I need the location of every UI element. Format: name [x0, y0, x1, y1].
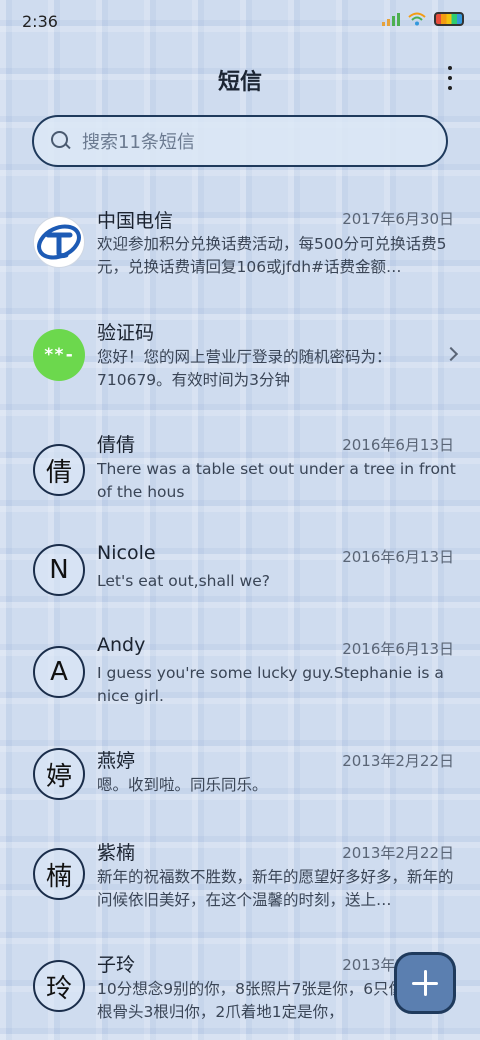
dot-icon	[448, 86, 452, 90]
contact-name: Andy	[97, 634, 146, 656]
conversation-item[interactable]: 倩 倩倩 2016年6月13日 There was a table set ou…	[0, 418, 480, 530]
message-date: 2013年2月22日	[342, 752, 454, 770]
conversation-item[interactable]: 楠 紫楠 2013年2月22日 新年的祝福数不胜数，新年的愿望好多好多，新年的问…	[0, 826, 480, 938]
contact-name: 子玲	[97, 954, 136, 976]
message-date: 2016年6月13日	[342, 436, 454, 454]
message-date: 2017年6月30日	[342, 210, 454, 228]
message-date: 2016年6月13日	[342, 548, 454, 566]
more-options-button[interactable]	[444, 66, 456, 90]
conversation-item[interactable]: **- 验证码 您好！您的网上营业厅登录的随机密码为：710679。有效时间为3…	[0, 306, 480, 418]
conversation-item[interactable]: N Nicole 2016年6月13日 Let's eat out,shall …	[0, 530, 480, 622]
contact-name: 倩倩	[97, 434, 136, 456]
message-preview: 嗯。收到啦。同乐同乐。	[97, 776, 268, 794]
conversation-item[interactable]: 婷 燕婷 2013年2月22日 嗯。收到啦。同乐同乐。	[0, 734, 480, 826]
avatar: N	[33, 544, 85, 596]
contact-name: 燕婷	[97, 750, 136, 772]
avatar: 玲	[33, 960, 85, 1012]
chevron-right-icon[interactable]	[443, 346, 459, 362]
plus-icon	[412, 970, 438, 996]
page-title: 短信	[217, 70, 262, 95]
avatar: A	[33, 646, 85, 698]
conversation-item[interactable]: A Andy 2016年6月13日 I guess you're some lu…	[0, 622, 480, 734]
new-message-button[interactable]	[394, 952, 456, 1014]
message-preview: I guess you're some lucky guy.Stephanie …	[97, 664, 444, 705]
contact-name: 紫楠	[97, 842, 136, 864]
conversation-item[interactable]: 中国电信 2017年6月30日 欢迎参加积分兑换话费活动，每500分可兑换话费5…	[0, 196, 480, 306]
wifi-icon	[408, 12, 426, 26]
signal-icon	[382, 12, 400, 26]
china-telecom-logo-icon	[37, 224, 81, 260]
message-preview: 您好！您的网上营业厅登录的随机密码为：710679。有效时间为3分钟	[97, 348, 392, 389]
avatar: 倩	[33, 444, 85, 496]
status-icons	[382, 12, 464, 26]
dot-icon	[448, 66, 452, 70]
message-preview: Let's eat out,shall we?	[97, 572, 270, 590]
status-time: 2:36	[22, 12, 58, 31]
message-preview: 新年的祝福数不胜数，新年的愿望好多好多，新年的问候依旧美好，在这个温馨的时刻，送…	[97, 868, 454, 909]
avatar	[33, 216, 85, 268]
battery-icon	[434, 12, 464, 26]
contact-name: 验证码	[97, 322, 155, 344]
search-icon	[50, 130, 72, 152]
avatar: 婷	[33, 748, 85, 800]
status-bar: 2:36	[0, 0, 480, 44]
avatar: **-	[33, 329, 85, 381]
dot-icon	[448, 76, 452, 80]
search-placeholder: 搜索11条短信	[82, 132, 195, 153]
message-date: 2013年2月22日	[342, 844, 454, 862]
message-date: 2016年6月13日	[342, 640, 454, 658]
contact-name: 中国电信	[97, 210, 174, 232]
message-preview: 欢迎参加积分兑换话费活动，每500分可兑换话费5元，兑换话费请回复106或jfd…	[97, 235, 447, 276]
contact-name: Nicole	[97, 542, 156, 564]
search-input[interactable]: 搜索11条短信	[32, 115, 448, 167]
message-preview: There was a table set out under a tree i…	[97, 460, 456, 501]
avatar: 楠	[33, 848, 85, 900]
